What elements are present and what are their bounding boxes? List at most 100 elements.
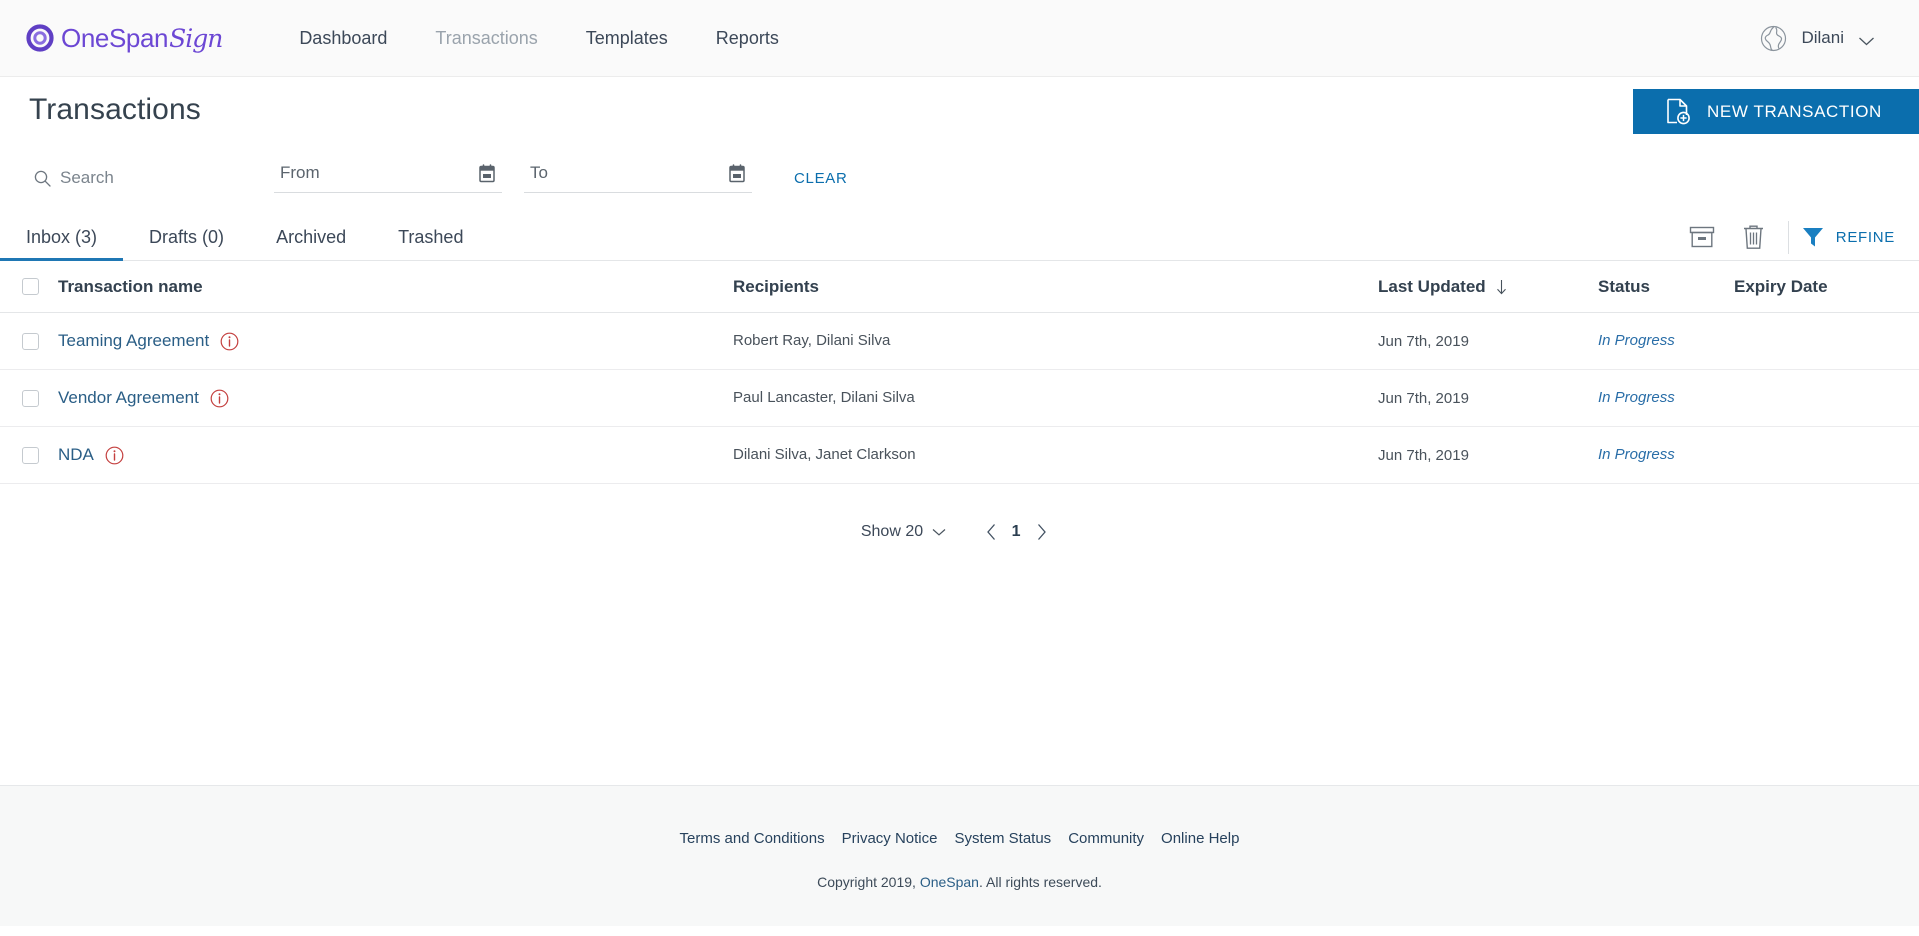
chevron-down-icon[interactable] <box>1858 33 1875 46</box>
logo-sign-text: Sign <box>169 24 223 53</box>
calendar-icon[interactable] <box>728 163 746 183</box>
cell-transaction-name: Teaming Agreement <box>58 331 733 351</box>
footer-link-terms[interactable]: Terms and Conditions <box>680 830 825 847</box>
search-input[interactable] <box>60 168 230 188</box>
new-transaction-label: NEW TRANSACTION <box>1707 101 1882 121</box>
tab-archived[interactable]: Archived <box>250 227 372 260</box>
calendar-icon[interactable] <box>478 163 496 183</box>
new-transaction-button[interactable]: NEW TRANSACTION <box>1633 89 1919 134</box>
last-updated-text: Jun 7th, 2019 <box>1378 332 1469 350</box>
document-add-icon <box>1666 98 1691 125</box>
tab-drafts[interactable]: Drafts (0) <box>123 227 250 260</box>
archive-button[interactable] <box>1676 220 1728 254</box>
column-label-last-updated: Last Updated <box>1378 276 1486 296</box>
date-to-field[interactable] <box>524 163 752 193</box>
logo-wordmark: OneSpan Sign <box>61 23 223 53</box>
cell-status: In Progress <box>1598 332 1734 350</box>
pagination-bar: Show 20 1 <box>0 484 1919 580</box>
previous-page-button[interactable] <box>974 515 1008 549</box>
refine-button[interactable]: REFINE <box>1801 225 1903 249</box>
footer-link-community[interactable]: Community <box>1068 830 1144 847</box>
page-footer: Terms and Conditions Privacy Notice Syst… <box>0 785 1919 926</box>
status-badge: In Progress <box>1598 389 1675 406</box>
date-from-input[interactable] <box>280 163 450 183</box>
transaction-name-link[interactable]: Teaming Agreement <box>58 331 209 351</box>
action-divider <box>1787 220 1789 254</box>
transaction-tabs-row: Inbox (3) Drafts (0) Archived Trashed RE… <box>0 213 1919 261</box>
select-all-checkbox[interactable] <box>22 278 39 295</box>
info-circle-icon[interactable] <box>220 332 239 351</box>
chevron-left-icon <box>986 523 997 541</box>
column-label-name: Transaction name <box>58 276 203 296</box>
transactions-table: Transaction name Recipients Last Updated… <box>0 261 1919 484</box>
table-row[interactable]: Teaming Agreement Robert Ray, Dilani Sil… <box>0 313 1919 370</box>
globe-icon[interactable] <box>1760 25 1787 52</box>
select-all-cell <box>22 278 58 295</box>
column-header-name[interactable]: Transaction name <box>58 277 733 297</box>
refine-label: REFINE <box>1835 228 1895 246</box>
chevron-down-icon <box>932 523 946 541</box>
info-circle-icon[interactable] <box>105 446 124 465</box>
user-name-label[interactable]: Dilani <box>1801 28 1844 48</box>
cell-transaction-name: NDA <box>58 445 733 465</box>
status-badge: In Progress <box>1598 446 1675 463</box>
onespan-sign-logo[interactable]: OneSpan Sign <box>26 16 223 60</box>
nav-item-reports[interactable]: Reports <box>692 23 803 53</box>
top-navigation-bar: OneSpan Sign Dashboard Transactions Templ… <box>0 0 1919 77</box>
footer-link-system-status[interactable]: System Status <box>954 830 1051 847</box>
transaction-name-link[interactable]: Vendor Agreement <box>58 388 199 408</box>
footer-links: Terms and Conditions Privacy Notice Syst… <box>680 830 1240 847</box>
cell-recipients: Dilani Silva, Janet Clarkson <box>733 446 1378 464</box>
column-header-expiry[interactable]: Expiry Date <box>1734 277 1914 297</box>
filter-bar: CLEAR <box>0 143 1919 213</box>
page-navigation: 1 <box>974 515 1058 549</box>
column-header-last-updated[interactable]: Last Updated <box>1378 277 1598 297</box>
cell-status: In Progress <box>1598 389 1734 407</box>
last-updated-text: Jun 7th, 2019 <box>1378 389 1469 407</box>
cell-last-updated: Jun 7th, 2019 <box>1378 333 1598 350</box>
next-page-button[interactable] <box>1024 515 1058 549</box>
tab-inbox[interactable]: Inbox (3) <box>0 227 124 261</box>
cell-transaction-name: Vendor Agreement <box>58 388 733 408</box>
transaction-name-link[interactable]: NDA <box>58 445 94 465</box>
column-header-recipients[interactable]: Recipients <box>733 277 1378 297</box>
delete-button[interactable] <box>1728 220 1780 254</box>
nav-item-dashboard[interactable]: Dashboard <box>275 23 411 53</box>
main-nav-items: Dashboard Transactions Templates Reports <box>275 23 803 53</box>
info-circle-icon[interactable] <box>210 389 229 408</box>
page-size-label: Show 20 <box>860 523 924 540</box>
copyright-suffix: . All rights reserved. <box>978 874 1102 890</box>
page-title: Transactions <box>29 93 201 126</box>
arrow-down-icon[interactable] <box>1496 279 1507 295</box>
table-row[interactable]: NDA Dilani Silva, Janet Clarkson Jun 7th… <box>0 427 1919 484</box>
search-box[interactable] <box>34 168 274 188</box>
nav-item-templates[interactable]: Templates <box>562 23 692 53</box>
current-page-number[interactable]: 1 <box>1008 523 1024 541</box>
page-size-select[interactable]: Show 20 <box>861 523 946 541</box>
nav-item-transactions[interactable]: Transactions <box>411 23 561 53</box>
row-checkbox[interactable] <box>22 389 39 407</box>
cell-status: In Progress <box>1598 446 1734 464</box>
page-header: Transactions NEW TRANSACTION <box>0 77 1919 143</box>
date-to-input[interactable] <box>530 163 700 183</box>
clear-filters-button[interactable]: CLEAR <box>794 170 848 187</box>
footer-link-online-help[interactable]: Online Help <box>1161 830 1239 847</box>
transaction-tabs: Inbox (3) Drafts (0) Archived Trashed <box>0 227 489 261</box>
tab-trashed[interactable]: Trashed <box>372 227 489 260</box>
logo-onespan-text: OneSpan <box>61 23 169 53</box>
footer-link-privacy[interactable]: Privacy Notice <box>842 830 938 847</box>
row-select-cell <box>22 389 58 407</box>
copyright-brand-link[interactable]: OneSpan <box>920 874 979 890</box>
column-header-status[interactable]: Status <box>1598 277 1734 297</box>
cell-last-updated: Jun 7th, 2019 <box>1378 447 1598 464</box>
date-from-field[interactable] <box>274 163 502 193</box>
column-label-expiry: Expiry Date <box>1734 276 1828 296</box>
tab-actions: REFINE <box>1676 220 1919 260</box>
row-checkbox[interactable] <box>22 332 39 350</box>
cell-recipients: Paul Lancaster, Dilani Silva <box>733 389 1378 407</box>
onespan-logo-icon <box>26 24 54 52</box>
table-row[interactable]: Vendor Agreement Paul Lancaster, Dilani … <box>0 370 1919 427</box>
copyright-notice: Copyright 2019, OneSpan. All rights rese… <box>817 874 1102 890</box>
row-checkbox[interactable] <box>22 446 39 464</box>
